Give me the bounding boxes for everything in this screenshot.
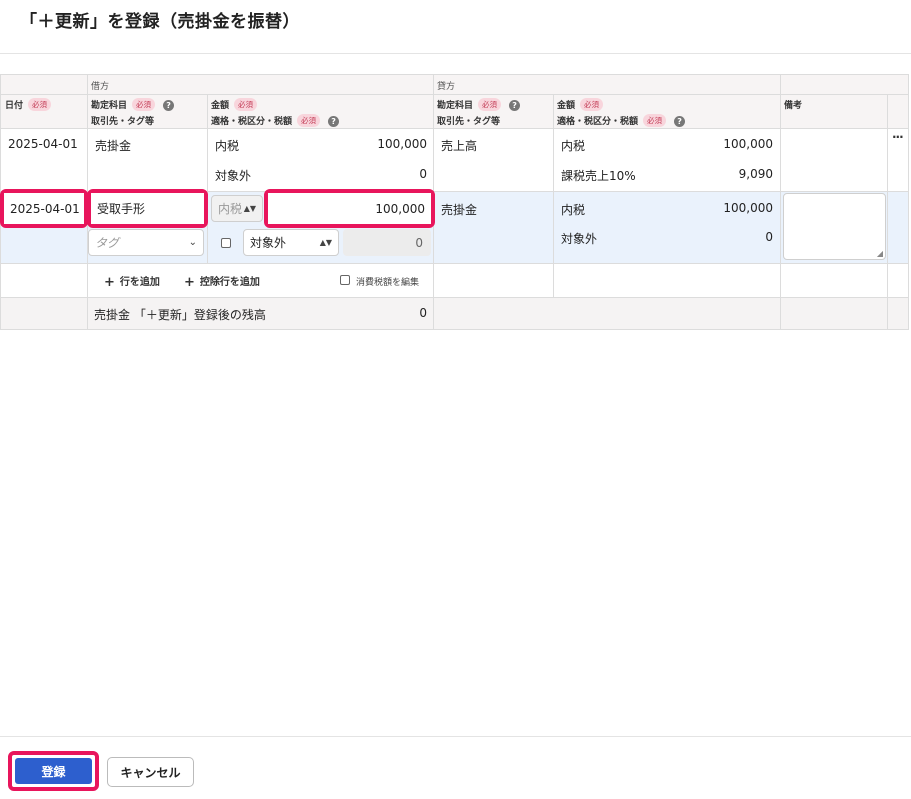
- row1-debit-tax-amount: 0: [419, 167, 427, 181]
- total-row-memo-cell: [780, 297, 888, 330]
- tag-placeholder: タグ: [95, 236, 120, 250]
- row1-credit-tax-type: 内税: [561, 139, 586, 153]
- required-badge: 必須: [580, 98, 604, 111]
- help-icon[interactable]: ?: [163, 100, 175, 111]
- tax-category-value: 対象外: [250, 236, 287, 250]
- tax-amount-field: 0: [343, 229, 431, 256]
- action-row-credit-amount-cell: [553, 263, 781, 298]
- more-options-icon[interactable]: ···: [892, 130, 904, 144]
- required-badge: 必須: [132, 98, 156, 111]
- header-credit-section: [433, 74, 781, 95]
- credit-amount-header: 金額 必須: [557, 98, 604, 111]
- plus-icon: +: [104, 275, 115, 290]
- help-icon[interactable]: ?: [674, 116, 686, 127]
- total-row-actions-cell: [887, 297, 909, 330]
- row1-debit-account[interactable]: 売掛金: [95, 137, 131, 154]
- required-badge: 必須: [478, 98, 502, 111]
- row1-credit-tax-category: 課税売上10%: [561, 169, 636, 183]
- add-row-button[interactable]: + 行を追加: [104, 273, 160, 290]
- row2-credit-amount[interactable]: 100,000: [723, 201, 773, 215]
- add-deduction-row-button[interactable]: + 控除行を追加: [184, 273, 260, 290]
- debit-account-header: 勘定科目 必須?: [91, 98, 175, 111]
- date-input[interactable]: 2025-04-01: [4, 193, 84, 224]
- required-badge: 必須: [297, 114, 321, 127]
- tax-edit-checkbox[interactable]: [221, 238, 231, 248]
- row2-credit-tax-type: 内税: [561, 203, 586, 217]
- tag-select[interactable]: タグ ⌄: [88, 229, 204, 256]
- row1-credit-tax-amount: 9,090: [738, 167, 773, 181]
- date-header: 日付 必須: [5, 98, 52, 111]
- required-badge: 必須: [234, 98, 258, 111]
- footer-divider: [0, 736, 911, 737]
- plus-icon: +: [184, 275, 195, 290]
- cancel-button[interactable]: キャンセル: [107, 757, 194, 787]
- action-row-date-cell: [0, 263, 88, 298]
- edit-tax-checkbox[interactable]: [340, 275, 350, 285]
- row1-memo-cell: [780, 128, 888, 192]
- credit-tax-header: 適格・税区分・税額 必須?: [557, 114, 686, 127]
- action-row-memo-cell: [780, 263, 888, 298]
- action-row-credit-account-cell: [433, 263, 554, 298]
- header-date-section: [0, 74, 88, 95]
- memo-header: 備考: [784, 101, 803, 111]
- total-row-date-cell: [0, 297, 88, 330]
- tax-category-select[interactable]: 対象外 ▲▼: [243, 229, 339, 256]
- row1-credit-account[interactable]: 売上高: [441, 137, 477, 154]
- page-title: 「＋更新」を登録（売掛金を振替）: [20, 12, 300, 32]
- credit-partner-header: 取引先・タグ等: [437, 117, 501, 127]
- row1-credit-amount[interactable]: 100,000: [723, 137, 773, 151]
- credit-section-label: 貸方: [437, 82, 456, 92]
- title-divider: [0, 53, 911, 54]
- tax-type-value: 内税: [218, 202, 243, 216]
- chevron-down-icon: ⌄: [188, 237, 197, 248]
- amount-input[interactable]: 100,000: [268, 193, 431, 224]
- debit-amount-header: 金額 必須: [211, 98, 258, 111]
- balance-label: 売掛金 「＋更新」登録後の残高: [94, 308, 266, 322]
- row1-debit-amount[interactable]: 100,000: [377, 137, 427, 151]
- row1-debit-tax-type: 内税: [215, 139, 240, 153]
- header-memo-section: [780, 74, 909, 95]
- total-row-credit-cell: [433, 297, 781, 330]
- debit-account-input[interactable]: 受取手形: [91, 193, 204, 224]
- help-icon[interactable]: ?: [328, 116, 340, 127]
- required-badge: 必須: [643, 114, 667, 127]
- header-actions-cell: [887, 94, 909, 129]
- journal-table: 借方 貸方 日付 必須 勘定科目 必須? 取引先・タグ等 金額 必須 適格・税区分・税…: [0, 74, 909, 330]
- balance-value: 0: [419, 306, 427, 320]
- resize-handle-icon[interactable]: ◢: [877, 249, 883, 258]
- debit-tax-header: 適格・税区分・税額 必須?: [211, 114, 340, 127]
- row2-credit-tax-category: 対象外: [561, 232, 598, 246]
- edit-tax-label[interactable]: 消費税額を編集: [356, 275, 419, 288]
- memo-textarea[interactable]: ◢: [783, 193, 886, 260]
- submit-button[interactable]: 登録: [15, 758, 92, 784]
- select-arrows-icon: ▲▼: [243, 204, 256, 213]
- row2-actions-cell: [887, 191, 909, 264]
- header-debit-section: [87, 74, 434, 95]
- select-arrows-icon: ▲▼: [319, 238, 332, 247]
- debit-section-label: 借方: [91, 82, 110, 92]
- tax-type-select[interactable]: 内税 ▲▼: [211, 195, 263, 222]
- debit-partner-header: 取引先・タグ等: [91, 117, 155, 127]
- help-icon[interactable]: ?: [509, 100, 521, 111]
- row1-date[interactable]: 2025-04-01: [8, 137, 78, 151]
- required-badge: 必須: [28, 98, 52, 111]
- credit-account-header: 勘定科目 必須?: [437, 98, 521, 111]
- row2-credit-tax-amount: 0: [765, 230, 773, 244]
- action-row-actions-cell: [887, 263, 909, 298]
- row2-credit-account[interactable]: 売掛金: [441, 201, 477, 218]
- row1-debit-tax-category: 対象外: [215, 169, 252, 183]
